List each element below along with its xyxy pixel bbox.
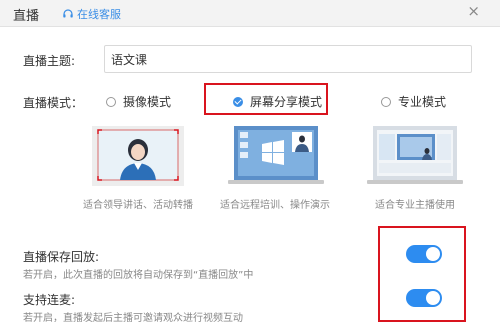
online-service-label: 在线客服 <box>77 8 121 21</box>
replay-toggle[interactable] <box>406 245 442 263</box>
topic-input[interactable] <box>104 45 472 73</box>
screen-share-caption: 适合远程培训、操作演示 <box>220 200 330 211</box>
mode-option-professional[interactable]: 专业模式 <box>381 93 446 110</box>
screen-share-illustration <box>228 126 324 184</box>
mode-option-screen-share[interactable]: 屏幕分享模式 <box>233 93 322 110</box>
mode-option-camera-label: 摄像模式 <box>123 95 172 109</box>
co-host-setting-desc: 若开启，直播发起后主播可邀请观众进行视频互动 <box>23 313 243 322</box>
co-host-toggle[interactable] <box>406 289 442 307</box>
dialog-title: 直播 <box>13 9 40 24</box>
replay-setting-label: 直播保存回放: <box>23 250 100 264</box>
online-service-link[interactable]: 在线客服 <box>62 6 121 22</box>
camera-mode-caption: 适合领导讲话、活动转播 <box>83 200 193 211</box>
radio-screen-share[interactable] <box>233 96 243 107</box>
highlight-box-toggles <box>378 226 466 322</box>
mode-option-camera[interactable]: 摄像模式 <box>106 93 171 110</box>
professional-mode-caption: 适合专业主播使用 <box>375 200 455 211</box>
professional-mode-illustration <box>367 126 463 184</box>
camera-mode-illustration <box>92 126 184 186</box>
close-icon[interactable]: × <box>467 4 480 19</box>
headset-icon <box>63 9 73 18</box>
replay-setting-desc: 若开启，此次直播的回放将自动保存到“直播回放”中 <box>23 270 254 281</box>
topic-label: 直播主题: <box>23 54 76 68</box>
dialog-header: 直播 在线客服 × <box>0 0 500 27</box>
mode-label: 直播模式： <box>23 96 84 110</box>
mode-option-screen-share-label: 屏幕分享模式 <box>250 95 323 109</box>
radio-camera[interactable] <box>106 96 116 107</box>
mode-option-professional-label: 专业模式 <box>398 95 447 109</box>
radio-professional[interactable] <box>381 96 391 107</box>
co-host-setting-label: 支持连麦: <box>23 293 76 307</box>
